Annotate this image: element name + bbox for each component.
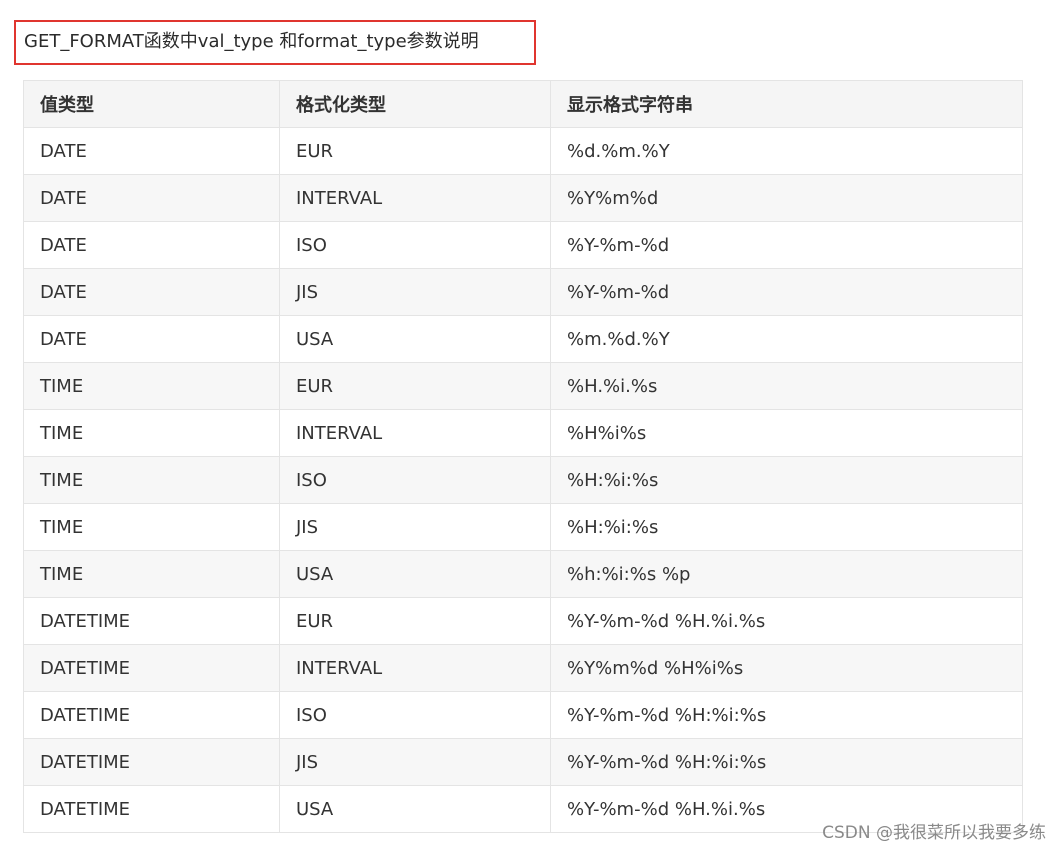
- header-value-type: 值类型: [23, 80, 280, 128]
- cell-format-string: %H.%i.%s: [550, 362, 1023, 410]
- table-row: TIME ISO %H:%i:%s: [23, 456, 1023, 504]
- cell-format-type: ISO: [279, 691, 551, 739]
- cell-format-string: %H%i%s: [550, 409, 1023, 457]
- caption-highlight-box: GET_FORMAT函数中val_type 和format_type参数说明: [14, 20, 536, 65]
- cell-value-type: TIME: [23, 503, 280, 551]
- table-row: DATE USA %m.%d.%Y: [23, 315, 1023, 363]
- cell-format-type: ISO: [279, 221, 551, 269]
- table-row: TIME USA %h:%i:%s %p: [23, 550, 1023, 598]
- cell-format-type: EUR: [279, 127, 551, 175]
- cell-value-type: DATETIME: [23, 691, 280, 739]
- cell-format-type: USA: [279, 785, 551, 833]
- table-row: DATETIME JIS %Y-%m-%d %H:%i:%s: [23, 738, 1023, 786]
- cell-format-string: %Y%m%d: [550, 174, 1023, 222]
- cell-format-type: INTERVAL: [279, 409, 551, 457]
- table-row: DATE ISO %Y-%m-%d: [23, 221, 1023, 269]
- header-format-type: 格式化类型: [279, 80, 551, 128]
- caption-text: GET_FORMAT函数中val_type 和format_type参数说明: [24, 31, 479, 52]
- cell-format-type: ISO: [279, 456, 551, 504]
- table-row: DATE JIS %Y-%m-%d: [23, 268, 1023, 316]
- table-row: DATETIME INTERVAL %Y%m%d %H%i%s: [23, 644, 1023, 692]
- format-table: 值类型 格式化类型 显示格式字符串 DATE EUR %d.%m.%Y DATE…: [23, 80, 1023, 833]
- cell-value-type: TIME: [23, 362, 280, 410]
- cell-format-type: USA: [279, 550, 551, 598]
- cell-format-type: EUR: [279, 362, 551, 410]
- cell-format-string: %Y-%m-%d: [550, 221, 1023, 269]
- table-row: DATE INTERVAL %Y%m%d: [23, 174, 1023, 222]
- cell-format-string: %Y%m%d %H%i%s: [550, 644, 1023, 692]
- cell-value-type: DATETIME: [23, 597, 280, 645]
- cell-value-type: TIME: [23, 409, 280, 457]
- cell-format-string: %m.%d.%Y: [550, 315, 1023, 363]
- cell-value-type: DATETIME: [23, 785, 280, 833]
- cell-value-type: TIME: [23, 456, 280, 504]
- table-row: DATE EUR %d.%m.%Y: [23, 127, 1023, 175]
- cell-format-type: JIS: [279, 268, 551, 316]
- table-header-row: 值类型 格式化类型 显示格式字符串: [23, 80, 1023, 128]
- table-row: DATETIME EUR %Y-%m-%d %H.%i.%s: [23, 597, 1023, 645]
- cell-value-type: TIME: [23, 550, 280, 598]
- table-row: TIME EUR %H.%i.%s: [23, 362, 1023, 410]
- cell-format-string: %H:%i:%s: [550, 456, 1023, 504]
- cell-format-type: USA: [279, 315, 551, 363]
- cell-format-type: INTERVAL: [279, 174, 551, 222]
- cell-value-type: DATETIME: [23, 738, 280, 786]
- cell-format-string: %Y-%m-%d %H.%i.%s: [550, 597, 1023, 645]
- cell-format-string: %Y-%m-%d %H:%i:%s: [550, 738, 1023, 786]
- csdn-watermark: CSDN @我很菜所以我要多练: [822, 823, 1046, 843]
- cell-format-type: JIS: [279, 738, 551, 786]
- cell-format-string: %H:%i:%s: [550, 503, 1023, 551]
- table-row: TIME INTERVAL %H%i%s: [23, 409, 1023, 457]
- cell-format-type: EUR: [279, 597, 551, 645]
- cell-value-type: DATETIME: [23, 644, 280, 692]
- cell-format-type: INTERVAL: [279, 644, 551, 692]
- cell-format-string: %Y-%m-%d: [550, 268, 1023, 316]
- cell-value-type: DATE: [23, 221, 280, 269]
- table-row: DATETIME ISO %Y-%m-%d %H:%i:%s: [23, 691, 1023, 739]
- table-row: TIME JIS %H:%i:%s: [23, 503, 1023, 551]
- cell-format-type: JIS: [279, 503, 551, 551]
- cell-value-type: DATE: [23, 174, 280, 222]
- cell-format-string: %d.%m.%Y: [550, 127, 1023, 175]
- cell-value-type: DATE: [23, 315, 280, 363]
- cell-value-type: DATE: [23, 127, 280, 175]
- cell-format-string: %h:%i:%s %p: [550, 550, 1023, 598]
- header-format-string: 显示格式字符串: [550, 80, 1023, 128]
- cell-value-type: DATE: [23, 268, 280, 316]
- cell-format-string: %Y-%m-%d %H:%i:%s: [550, 691, 1023, 739]
